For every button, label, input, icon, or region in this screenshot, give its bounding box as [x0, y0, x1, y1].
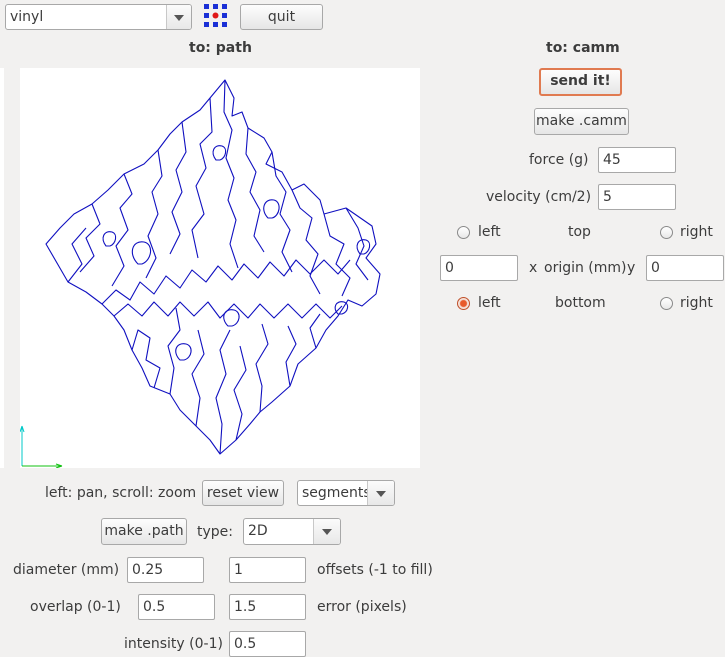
send-it-button[interactable]: send it!: [539, 68, 622, 96]
make-camm-button[interactable]: make .camm: [534, 108, 629, 135]
path-panel-title: to: path: [189, 40, 252, 56]
lettering-path-drawing: [19, 79, 381, 469]
origin-label: origin (mm): [544, 260, 627, 276]
diameter-field[interactable]: [127, 557, 204, 583]
velocity-field[interactable]: [598, 184, 676, 210]
top-right-label: right: [680, 224, 713, 240]
force-field[interactable]: [598, 147, 676, 173]
type-value: 2D: [248, 523, 268, 539]
display-mode-combobox[interactable]: segments: [297, 480, 395, 506]
bottom-left-radio[interactable]: [457, 297, 470, 310]
top-label: top: [568, 224, 591, 240]
error-label: error (pixels): [317, 599, 407, 615]
origin-y-field[interactable]: [646, 255, 724, 281]
origin-y-label: y: [627, 260, 636, 276]
mode-value: vinyl: [10, 9, 44, 25]
intensity-label: intensity (0-1): [124, 636, 223, 652]
mode-combobox[interactable]: vinyl: [5, 4, 192, 30]
reset-view-button[interactable]: reset view: [202, 480, 284, 506]
bottom-left-label: left: [478, 295, 501, 311]
grid-dots-icon: [203, 3, 229, 29]
type-label: type:: [197, 524, 233, 540]
intensity-field[interactable]: [229, 631, 306, 657]
left-edge-strip: [0, 68, 4, 468]
quit-button[interactable]: quit: [240, 4, 323, 30]
navigation-hint: left: pan, scroll: zoom: [45, 485, 197, 501]
velocity-label: velocity (cm/2): [486, 189, 592, 205]
top-right-radio[interactable]: [660, 226, 673, 239]
display-mode-value: segments: [302, 485, 371, 501]
diameter-label: diameter (mm): [13, 562, 120, 578]
offsets-field[interactable]: [229, 557, 306, 583]
overlap-field[interactable]: [138, 594, 215, 620]
chevron-down-icon[interactable]: [166, 5, 191, 29]
chevron-down-icon[interactable]: [367, 481, 394, 505]
top-left-label: left: [478, 224, 501, 240]
path-canvas[interactable]: [19, 68, 420, 469]
bottom-right-radio[interactable]: [660, 297, 673, 310]
make-path-button[interactable]: make .path: [101, 518, 187, 545]
offsets-label: offsets (-1 to fill): [317, 562, 433, 578]
origin-x-field[interactable]: [440, 255, 518, 281]
type-combobox[interactable]: 2D: [243, 518, 341, 545]
chevron-down-icon[interactable]: [313, 519, 340, 544]
error-field[interactable]: [229, 594, 306, 620]
force-label: force (g): [529, 152, 589, 168]
camm-panel-title: to: camm: [546, 40, 620, 56]
overlap-label: overlap (0-1): [30, 599, 121, 615]
top-left-radio[interactable]: [457, 226, 470, 239]
origin-x-label: x: [529, 260, 538, 276]
bottom-right-label: right: [680, 295, 713, 311]
bottom-label: bottom: [555, 295, 606, 311]
